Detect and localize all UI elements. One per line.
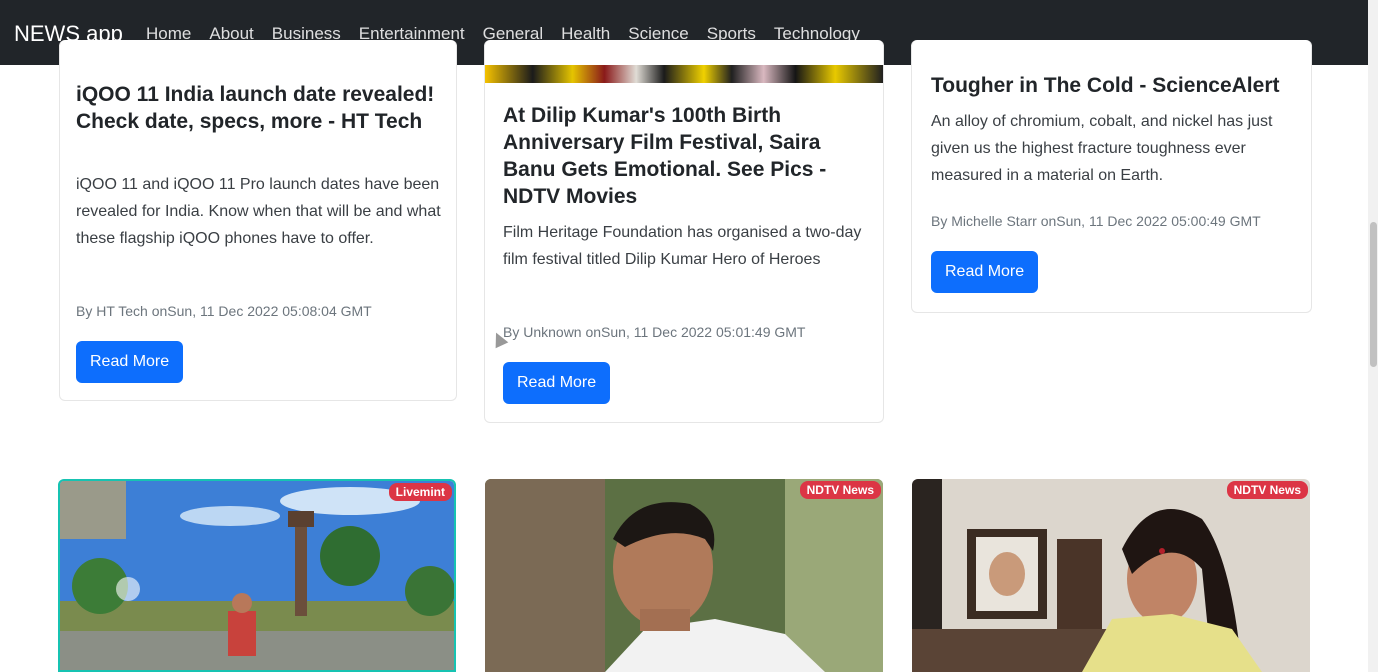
news-card-image-game[interactable]: Livemint (58, 479, 456, 672)
news-card-meta: By Unknown onSun, 11 Dec 2022 05:01:49 G… (503, 324, 806, 340)
read-more-button[interactable]: Read More (76, 341, 184, 383)
news-card-title: Tougher in The Cold - ScienceAlert (931, 74, 1280, 97)
source-badge: Livemint (388, 483, 452, 501)
footballer-photo (485, 479, 883, 672)
news-card-title: iQOO 11 India launch date revealed! Chec… (76, 83, 435, 133)
news-card-meta: By Michelle Starr onSun, 11 Dec 2022 05:… (931, 213, 1261, 229)
news-card: iQOO 11 India launch date revealed! Chec… (59, 40, 457, 401)
read-more-button[interactable]: Read More (503, 362, 611, 404)
news-card: Tougher in The Cold - ScienceAlert An al… (911, 40, 1312, 313)
news-card-image-footballer[interactable]: NDTV News (485, 479, 883, 672)
news-card-description: Film Heritage Foundation has organised a… (503, 224, 862, 268)
news-card-description: An alloy of chromium, cobalt, and nickel… (931, 113, 1273, 184)
news-card-title: At Dilip Kumar's 100th Birth Anniversary… (503, 104, 827, 208)
politician-photo (912, 479, 1310, 672)
page-scrollbar-thumb[interactable] (1370, 222, 1377, 367)
news-card: At Dilip Kumar's 100th Birth Anniversary… (484, 40, 884, 423)
read-more-button[interactable]: Read More (931, 251, 1039, 293)
news-card-meta: By HT Tech onSun, 11 Dec 2022 05:08:04 G… (76, 303, 372, 319)
news-card-image[interactable] (485, 65, 883, 83)
source-badge: NDTV News (1226, 481, 1308, 499)
source-badge: NDTV News (799, 481, 881, 499)
news-card-image-politician[interactable]: NDTV News (912, 479, 1310, 672)
game-scene-image (60, 481, 454, 670)
news-card-description: iQOO 11 and iQOO 11 Pro launch dates hav… (76, 176, 441, 247)
